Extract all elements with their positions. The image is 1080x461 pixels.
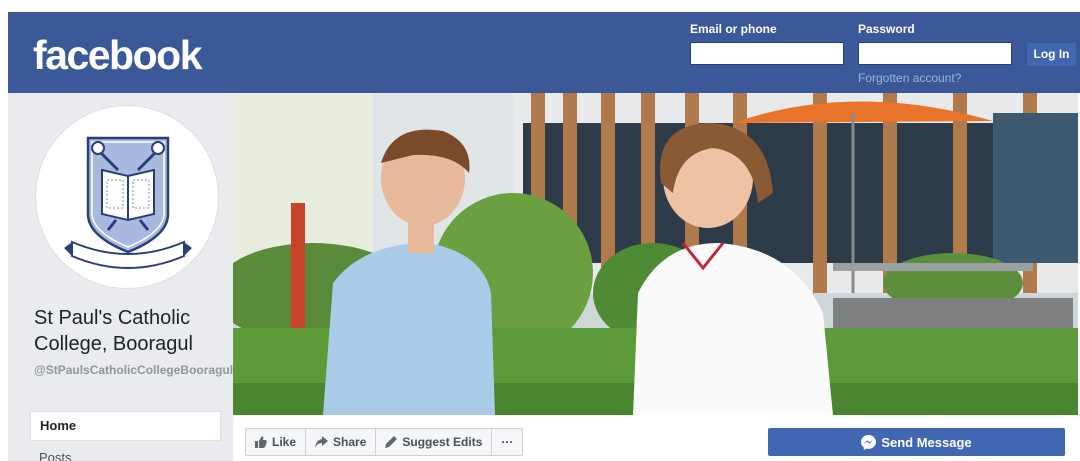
like-label: Like <box>272 435 297 449</box>
facebook-logo[interactable]: facebook <box>33 32 203 79</box>
password-label: Password <box>858 22 915 36</box>
page-title[interactable]: St Paul's Catholic College, Booragul <box>34 305 229 357</box>
page-handle[interactable]: @StPaulsCatholicCollegeBooragul <box>34 363 233 377</box>
like-icon <box>255 436 267 448</box>
share-label: Share <box>333 435 367 449</box>
messenger-icon <box>861 434 877 450</box>
share-button[interactable]: Share <box>306 429 377 455</box>
suggest-edits-label: Suggest Edits <box>402 435 483 449</box>
like-button[interactable]: Like <box>246 429 307 455</box>
page-actions: Like Share Suggest Edits ··· <box>245 428 524 456</box>
school-crest-icon <box>64 136 192 269</box>
more-icon: ··· <box>501 435 514 449</box>
cover-photo[interactable] <box>233 93 1078 415</box>
email-label: Email or phone <box>690 22 777 36</box>
sidebar-item-posts[interactable]: Posts <box>39 450 72 461</box>
suggest-edits-button[interactable]: Suggest Edits <box>376 429 493 455</box>
password-input[interactable] <box>858 42 1012 65</box>
forgot-account-link[interactable]: Forgotten account? <box>858 71 961 85</box>
pencil-icon <box>385 436 398 448</box>
login-button[interactable]: Log In <box>1026 42 1077 67</box>
sidebar-item-home[interactable]: Home <box>30 411 221 441</box>
left-sidebar: St Paul's Catholic College, Booragul @St… <box>8 93 233 461</box>
profile-picture[interactable] <box>35 105 219 289</box>
send-message-button[interactable]: Send Message <box>768 428 1065 456</box>
facebook-page: facebook Email or phone Password Log In … <box>0 0 1080 461</box>
send-message-label: Send Message <box>881 434 972 450</box>
more-button[interactable]: ··· <box>492 429 522 455</box>
cover-photo-image <box>233 93 1078 415</box>
share-icon <box>315 436 329 448</box>
email-input[interactable] <box>690 42 844 65</box>
